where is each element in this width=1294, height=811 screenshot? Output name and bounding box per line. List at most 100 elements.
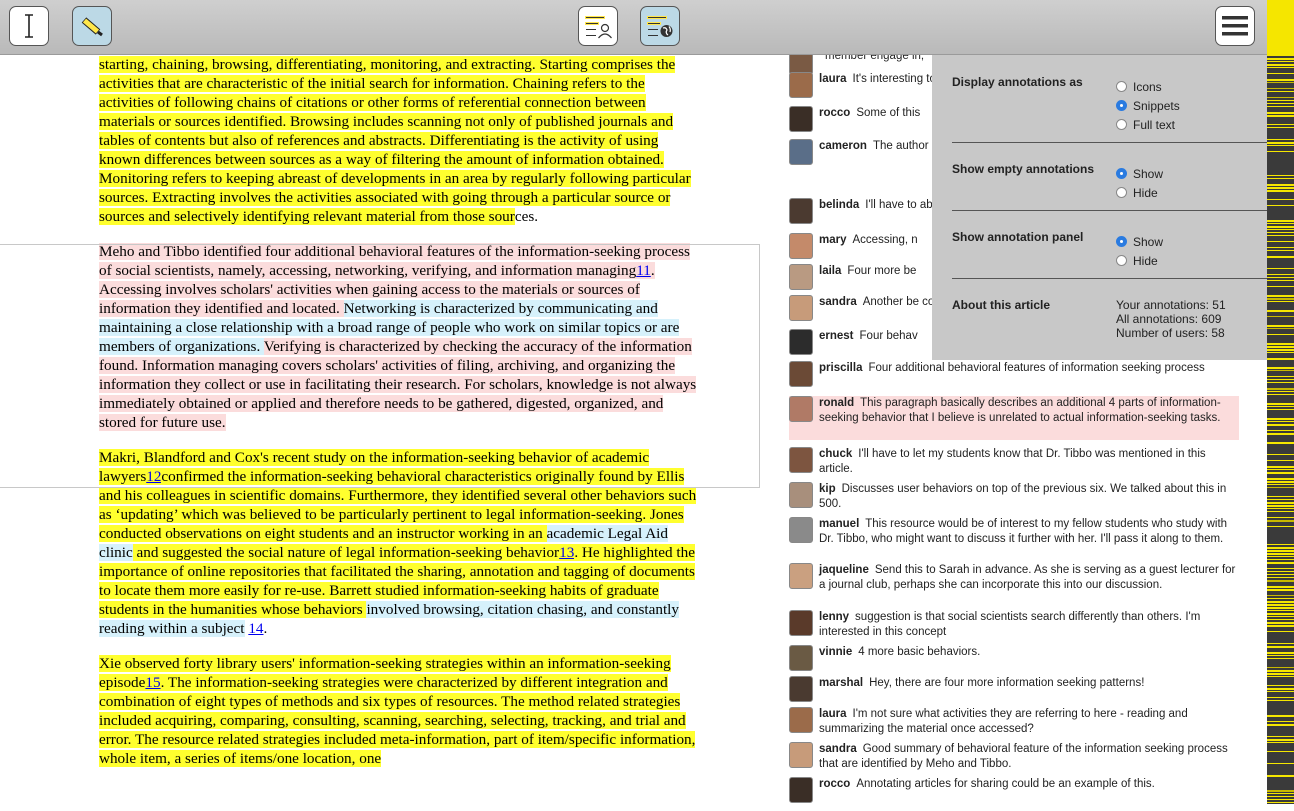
annotation-username[interactable]: ronald [819,397,854,409]
avatar[interactable] [789,676,813,702]
radio-label[interactable]: Hide [1133,254,1158,268]
avatar[interactable] [789,295,813,321]
density-mark [1267,115,1294,117]
radio-button[interactable] [1116,187,1127,198]
avatar[interactable] [789,396,813,422]
annotation-username[interactable]: marshal [819,677,863,689]
density-mark [1267,382,1294,383]
annotation-item[interactable]: sandra Good summary of behavioral feature… [789,742,1239,776]
avatar[interactable] [789,707,813,733]
radio-button[interactable] [1116,168,1127,179]
avatar[interactable] [789,139,813,165]
annotation-username[interactable]: lenny [819,611,849,623]
annotation-density-scrollbar[interactable] [1267,0,1294,804]
highlighter-button[interactable] [72,6,112,46]
avatar[interactable] [789,361,813,387]
annotation-username[interactable]: vinnie [819,646,852,658]
radio-option-hide[interactable]: Hide [1116,183,1163,202]
annotation-username[interactable]: cameron [819,140,867,152]
radio-button[interactable] [1116,100,1127,111]
avatar[interactable] [789,742,813,768]
menu-button[interactable] [1215,6,1255,46]
radio-label[interactable]: Snippets [1133,99,1180,113]
footnote-link[interactable]: 13 [559,544,575,561]
avatar[interactable] [789,198,813,224]
annotation-item[interactable]: laura I'm not sure what activities they a… [789,707,1239,741]
annotation-item[interactable]: manuel This resource would be of interest… [789,517,1239,551]
annotation-item[interactable]: kip Discusses user behaviors on top of th… [789,482,1239,516]
annotation-text: Accessing, n [852,234,918,246]
radio-button[interactable] [1116,255,1127,266]
avatar[interactable] [789,329,813,355]
density-mark [1267,739,1294,741]
radio-option-snippets[interactable]: Snippets [1116,96,1180,115]
avatar[interactable] [789,264,813,290]
annotation-username[interactable]: laura [819,708,847,720]
avatar[interactable] [789,517,813,543]
radio-option-full-text[interactable]: Full text [1116,115,1180,134]
radio-option-icons[interactable]: Icons [1116,77,1180,96]
annotation-item[interactable]: jaqueline Send this to Sarah in advance. … [789,563,1239,597]
footnote-link[interactable]: 12 [146,468,162,485]
annotation-item[interactable]: marshal Hey, there are four more informat… [789,676,1239,710]
annotation-item[interactable]: priscilla Four additional behavioral feat… [789,361,1239,395]
radio-label[interactable]: Full text [1133,118,1175,132]
empty-annotations-options: Show Hide [1116,164,1163,202]
radio-button[interactable] [1116,119,1127,130]
footnote-link[interactable]: 15 [145,674,161,691]
avatar[interactable] [789,777,813,803]
annotation-username[interactable]: sandra [819,743,857,755]
annotation-username[interactable]: laila [819,265,841,277]
avatar[interactable] [789,645,813,671]
avatar[interactable] [789,563,813,589]
radio-label[interactable]: Hide [1133,186,1158,200]
radio-label[interactable]: Show [1133,235,1163,249]
density-mark [1267,676,1294,677]
annotation-username[interactable]: kip [819,483,836,495]
annotation-username[interactable]: rocco [819,778,850,790]
annotation-username[interactable]: belinda [819,199,859,211]
density-mark [1267,310,1294,312]
annotation-username[interactable]: sandra [819,296,857,308]
avatar[interactable] [789,447,813,473]
annotation-item[interactable]: vinnie 4 more basic behaviors. [789,645,1239,679]
text-select-button[interactable] [9,6,49,46]
avatar[interactable] [789,72,813,98]
annotation-text: Hey, there are four more information see… [869,677,1145,689]
annotation-username[interactable]: jaqueline [819,564,869,576]
annotation-item[interactable]: chuck I'll have to let my students know t… [789,447,1239,481]
annotation-username[interactable]: manuel [819,518,859,530]
avatar[interactable] [789,610,813,636]
radio-label[interactable]: Show [1133,167,1163,181]
annotation-text: Some of this [856,107,921,119]
density-mark [1267,103,1294,104]
footnote-link[interactable]: 11 [636,262,651,279]
density-mark [1267,97,1294,98]
density-mark [1267,511,1294,512]
density-mark [1267,220,1294,222]
about-article-label: About this article [952,298,1051,312]
annotation-username[interactable]: priscilla [819,362,862,374]
annotation-username[interactable]: rocco [819,107,850,119]
annotation-item[interactable]: lenny suggestion is that social scientist… [789,610,1239,644]
radio-button[interactable] [1116,81,1127,92]
radio-option-show[interactable]: Show [1116,232,1163,251]
annotation-username[interactable]: laura [819,73,847,85]
radio-label[interactable]: Icons [1133,80,1162,94]
radio-option-show[interactable]: Show [1116,164,1163,183]
annotation-username[interactable]: chuck [819,448,852,460]
avatar[interactable] [789,233,813,259]
avatar[interactable] [789,106,813,132]
annotation-item[interactable]: rocco Annotating articles for sharing cou… [789,777,1239,811]
density-mark [1267,484,1294,485]
annotation-username[interactable]: ernest [819,330,854,342]
annotation-username[interactable]: mary [819,234,847,246]
avatar[interactable] [789,482,813,508]
density-mark [1267,229,1294,230]
radio-button[interactable] [1116,236,1127,247]
annotation-item[interactable]: ronald This paragraph basically describes… [789,396,1239,440]
user-annotations-button[interactable] [578,6,618,46]
footnote-link[interactable]: 14 [248,620,263,637]
radio-option-hide[interactable]: Hide [1116,251,1163,270]
public-annotations-button[interactable] [640,6,680,46]
